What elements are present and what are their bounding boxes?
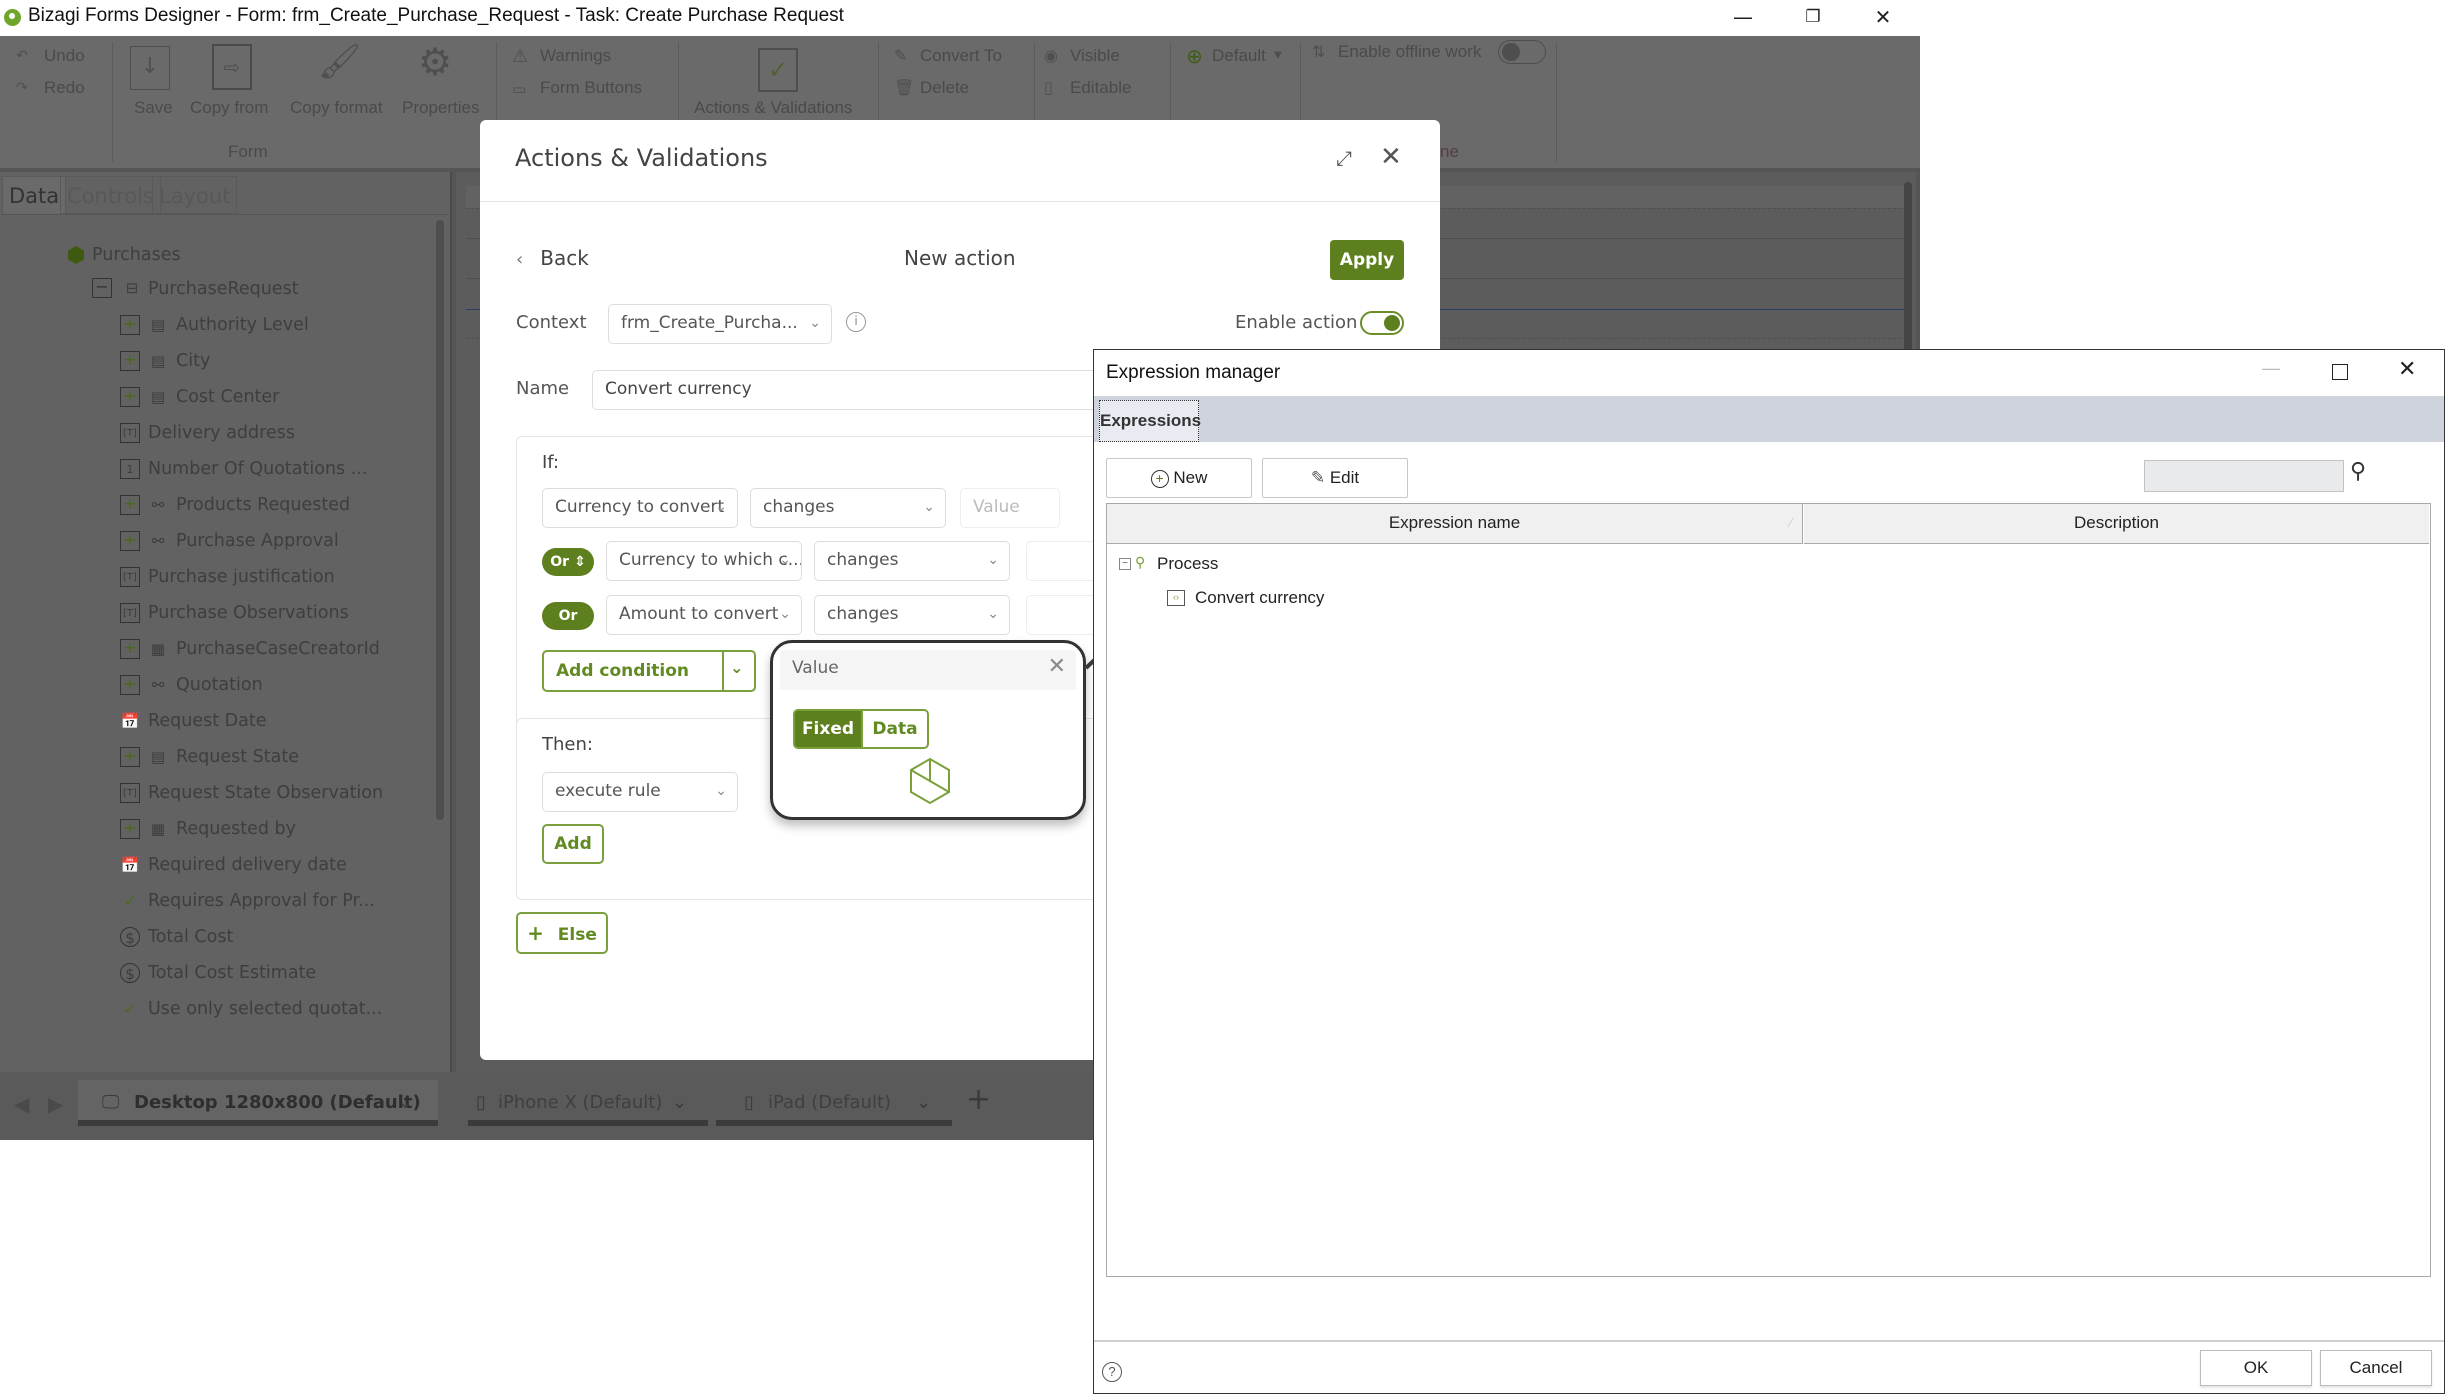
plus-circle-icon: + (1150, 469, 1169, 488)
search-icon[interactable]: ⚲ (2350, 458, 2366, 484)
expression-manager-title: Expression manager (1106, 362, 1281, 383)
column-header-expression-name[interactable]: Expression name ⁄ (1107, 504, 1803, 544)
process-icon: ⚲ (1135, 554, 1146, 570)
maximize-button[interactable] (2332, 364, 2348, 380)
sort-icon: ⁄ (1789, 515, 1792, 530)
new-expression-button[interactable]: + New (1106, 458, 1252, 498)
expressions-grid: Expression name ⁄ Description − ⚲ Proces… (1106, 503, 2431, 1277)
ok-button[interactable]: OK (2200, 1350, 2312, 1386)
search-input[interactable] (2144, 460, 2344, 492)
help-icon[interactable]: ? (1102, 1362, 1122, 1382)
tab-expressions[interactable]: Expressions (1099, 400, 1201, 442)
collapse-icon[interactable]: − (1119, 558, 1131, 570)
cancel-button[interactable]: Cancel (2320, 1350, 2432, 1386)
expression-manager-window: Expression manager — ✕ Expressions + New… (1093, 349, 2445, 1394)
expression-icon: ‹› (1167, 590, 1185, 606)
edit-expression-button[interactable]: ✎ Edit (1262, 458, 1408, 498)
minimize-button[interactable]: — (2262, 358, 2280, 379)
close-button[interactable]: ✕ (2398, 356, 2416, 382)
pencil-icon: ✎ (1310, 468, 1326, 487)
column-header-description[interactable]: Description (1804, 504, 2429, 544)
